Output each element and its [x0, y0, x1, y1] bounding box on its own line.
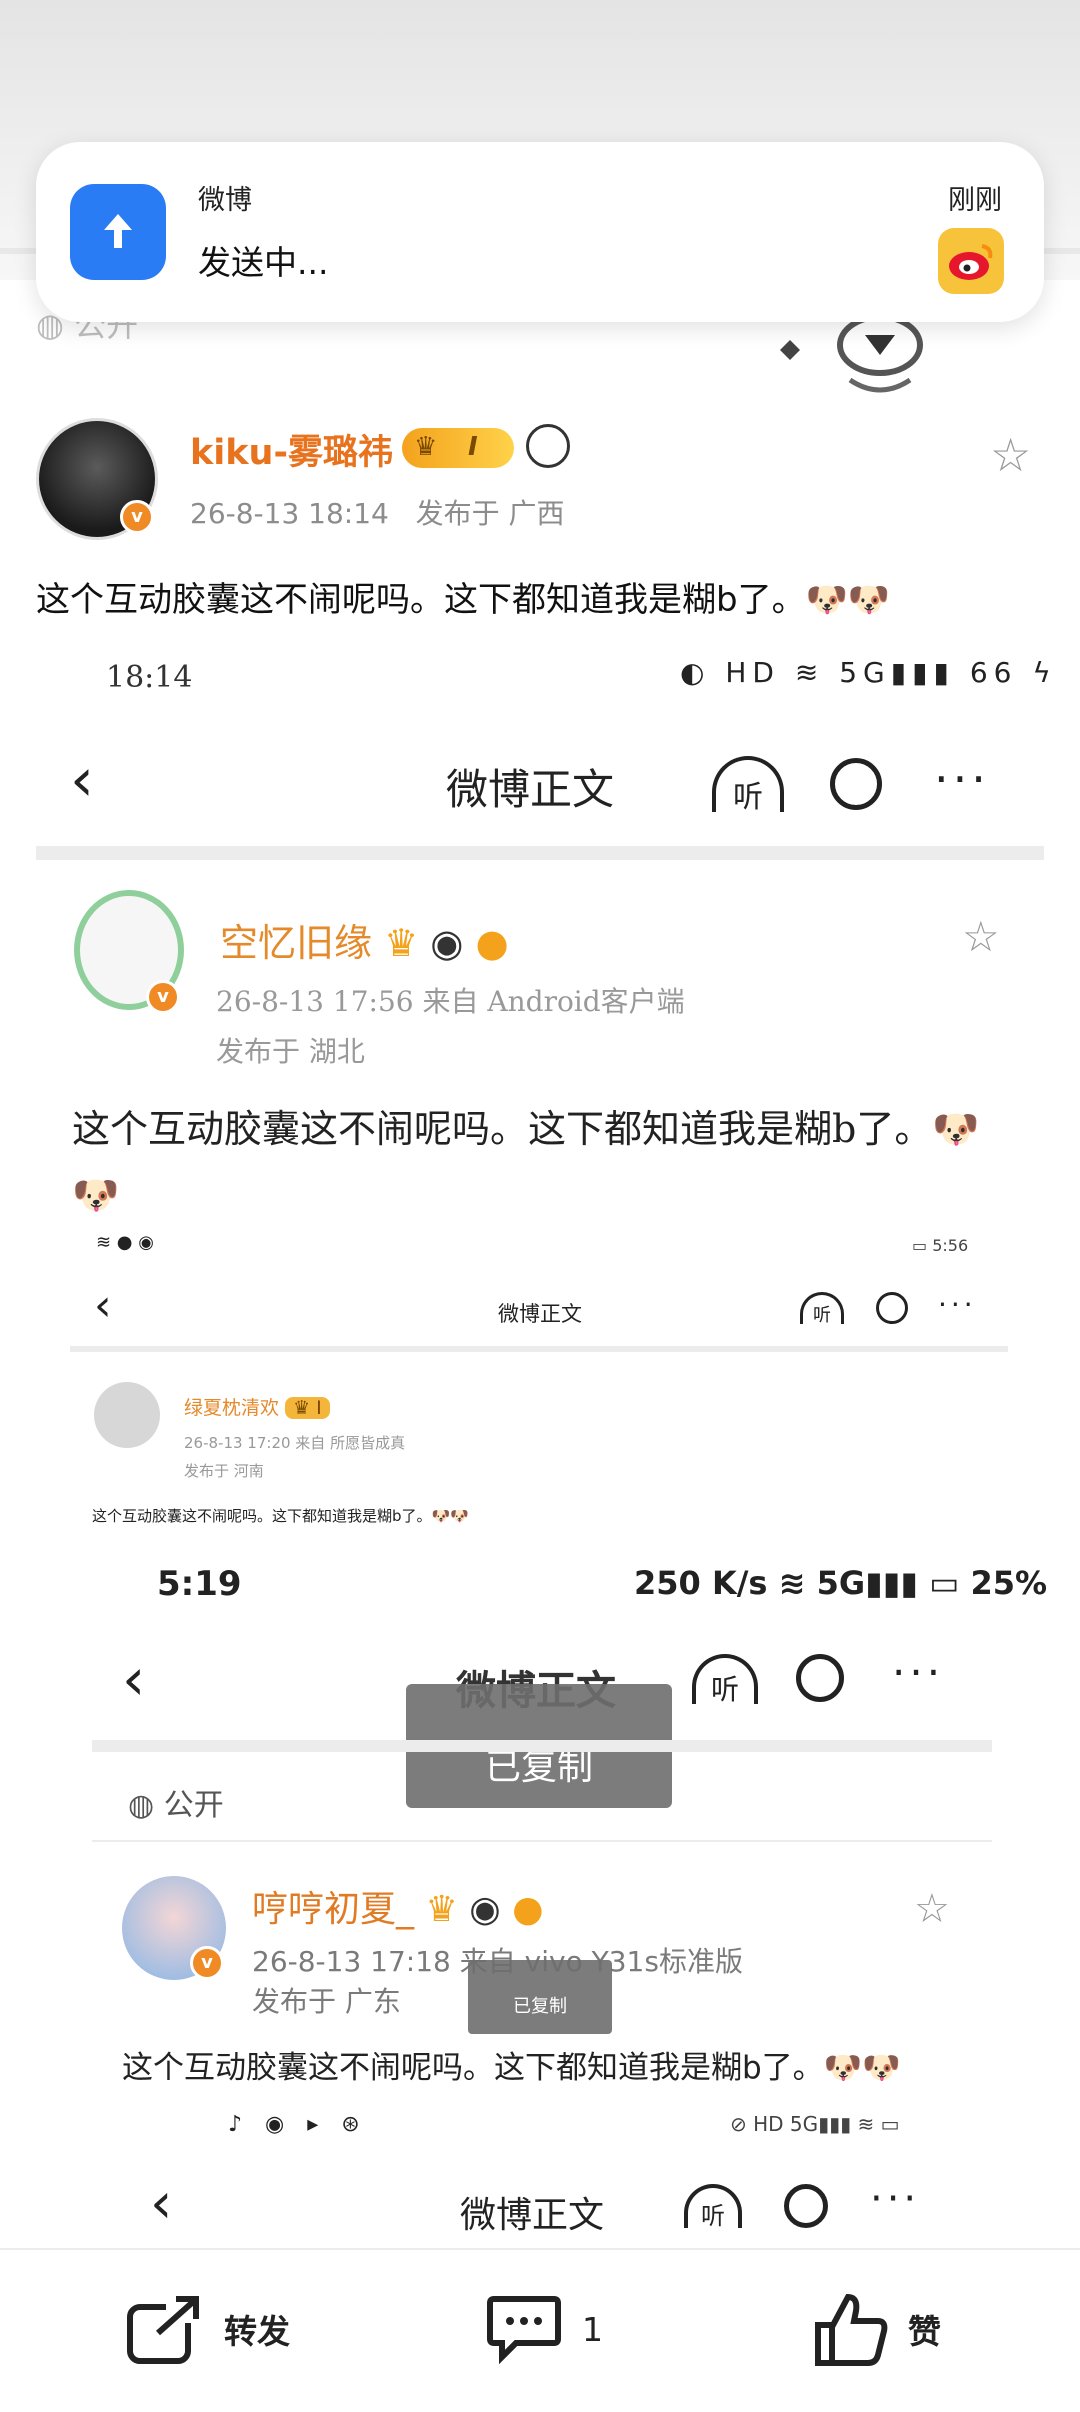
back-arrow-icon: ‹ [122, 1645, 146, 1713]
listen-icon: 听 [800, 1292, 844, 1326]
notification-message: 发送中... [198, 243, 329, 282]
more-icon[interactable]: ··· [934, 752, 990, 806]
crown-icon: ♛ [425, 1889, 458, 1930]
share-icon [127, 2293, 204, 2364]
back-arrow-icon: ‹ [94, 1280, 112, 1331]
embedded-status-icons-right: ⊘ HD 5G▮▮▮ ≋ ▭ [730, 2112, 900, 2136]
panda-icon [526, 424, 570, 468]
divider [92, 1740, 992, 1752]
verified-badge-icon: v [146, 980, 180, 1014]
repost-label: 转发 [224, 2312, 290, 2351]
embedded-status-icons: 250 K/s ≋ 5G▮▮▮ ▭ 25% [634, 1564, 1048, 1602]
repost-button[interactable]: 转发 [126, 2293, 290, 2364]
notification-time: 刚刚 [948, 185, 1002, 216]
listen-icon: 听 [684, 2184, 742, 2230]
panda-icon: ◉ [469, 1889, 501, 1930]
embedded-meta: 26-8-13 17:56 来自 Android客户端 [216, 985, 685, 1018]
post-text: 这个互动胶囊这不闹呢吗。这下都知道我是糊b了。🐶🐶 [36, 580, 891, 620]
post-time: 26-8-13 18:14 [190, 497, 389, 530]
more-icon: ··· [892, 1648, 945, 1697]
post-meta: 26-8-13 18:14 发布于 广西 [190, 492, 564, 532]
embedded-status-time: 5:19 [157, 1564, 242, 1604]
embedded-location: 发布于 湖北 [216, 1035, 365, 1068]
embedded-status-time: ▭ 5:56 [912, 1236, 969, 1255]
embedded-username: 空忆旧缘 ♛ ◉ ● [220, 921, 509, 965]
search-icon [784, 2184, 828, 2228]
embedded-status-time: 18:14 [106, 660, 193, 695]
embedded-status-icons: ≋ ● ◉ [96, 1232, 154, 1253]
divider [70, 1346, 1008, 1352]
embedded-post-text: 这个互动胶囊这不闹呢吗。这下都知道我是糊b了。🐶🐶 [122, 2050, 901, 2086]
listen-icon[interactable]: 听 [712, 756, 784, 815]
comment-icon [487, 2296, 561, 2365]
notification-banner[interactable]: 微博 发送中... 刚刚 [36, 142, 1044, 322]
weibo-logo-icon [938, 228, 1004, 294]
upload-icon [70, 184, 166, 280]
comment-count: 1 [582, 2309, 603, 2349]
embedded-post-text: 这个互动胶囊这不闹呢吗。这下都知道我是糊b了。🐶🐶 [72, 1107, 980, 1217]
panda-icon: ◉ [430, 921, 464, 965]
crown-level-badge-icon: ♛ I [402, 428, 514, 468]
crown-icon: ♛ [384, 921, 419, 965]
thumbs-up-icon [815, 2293, 888, 2366]
embedded-page-title: 微博正文 [498, 1302, 582, 1326]
back-arrow-icon: ‹ [150, 2171, 173, 2236]
search-icon[interactable] [830, 758, 882, 810]
embedded-username: 哼哼初夏_ ♛ ◉ ● [252, 1889, 544, 1930]
embedded-post-text: 这个互动胶囊这不闹呢吗。这下都知道我是糊b了。🐶🐶 [92, 1507, 469, 1525]
embedded-status-icons: ◐ HD ≋ 5G▮▮▮ 66 ϟ [680, 656, 1057, 689]
copied-toast-small: 已复制 [468, 1960, 612, 2034]
back-arrow-icon[interactable]: ‹ [70, 750, 94, 810]
embedded-meta: 26-8-13 17:20 来自 所愿皆成真 [184, 1434, 406, 1452]
notification-app-name: 微博 [198, 185, 252, 216]
search-icon [876, 1292, 908, 1324]
verified-badge-icon: v [120, 500, 154, 534]
hamster-icon: ● [512, 1889, 544, 1930]
crown-icon: ♛ [414, 432, 438, 462]
globe-icon: ◍ [128, 1788, 155, 1823]
divider [92, 1840, 992, 1842]
avatar [94, 1382, 160, 1448]
embedded-location: 发布于 广东 [252, 1985, 401, 2018]
post-username[interactable]: kiku-雾璐祎 [190, 424, 393, 475]
more-icon: ··· [870, 2176, 921, 2222]
public-label: ◍ 公开 [128, 1788, 224, 1823]
listen-icon: 听 [692, 1654, 758, 1706]
crown-level-badge-icon: ♛ I [285, 1397, 330, 1419]
embedded-username: 绿夏枕清欢 ♛ I [184, 1393, 330, 1420]
level-number: I [468, 432, 478, 462]
embedded-page-title: 微博正文 [446, 765, 615, 814]
search-icon [796, 1654, 844, 1702]
comment-button[interactable]: 1 [486, 2294, 603, 2365]
embedded-page-title: 微博正文 [460, 2195, 605, 2236]
hamster-icon: ● [475, 921, 509, 965]
embedded-status-icons: ♪ ◉ ▸ ⊛ [228, 2112, 368, 2137]
post-location: 发布于 广西 [415, 497, 565, 530]
favorite-star-icon[interactable]: ☆ [990, 428, 1031, 482]
like-label: 赞 [908, 2312, 941, 2351]
favorite-star-icon: ☆ [914, 1886, 950, 1932]
verified-badge-icon: v [190, 1946, 224, 1980]
like-button[interactable]: 赞 [814, 2293, 941, 2366]
embedded-location: 发布于 河南 [184, 1462, 264, 1480]
more-icon: ··· [938, 1288, 977, 1321]
divider [36, 846, 1044, 860]
favorite-star-icon: ☆ [962, 912, 1000, 961]
